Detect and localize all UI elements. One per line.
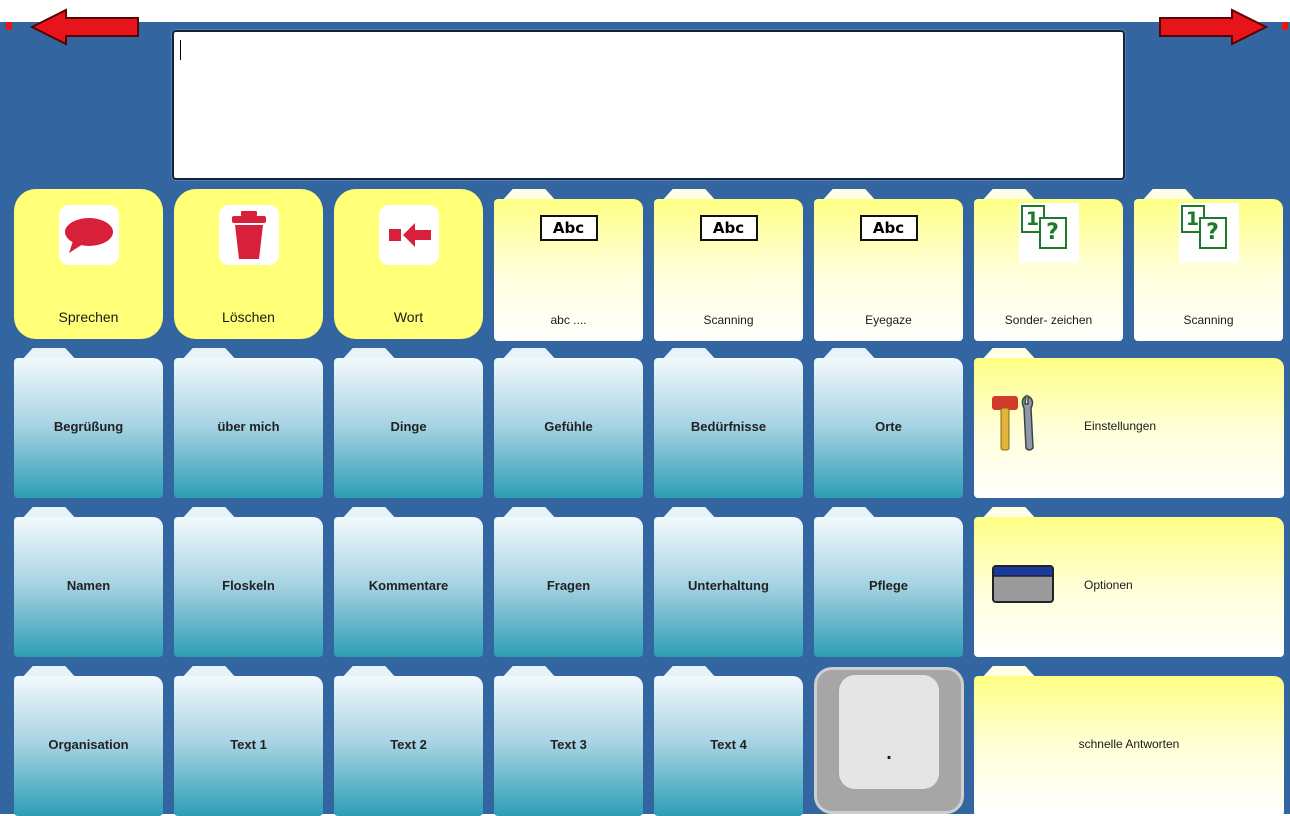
- folder-label: Text 2: [390, 737, 427, 752]
- folder-label: Orte: [875, 419, 902, 434]
- delete-word-icon: [378, 205, 439, 265]
- folder-label: Dinge: [390, 419, 427, 434]
- folder-label: Fragen: [546, 578, 591, 593]
- folder-label: Unterhaltung: [688, 578, 769, 593]
- folder-label: Einstellungen: [1084, 419, 1157, 433]
- delete-word-label: Wort: [393, 309, 424, 325]
- folder-gefuehle[interactable]: Gefühle: [494, 348, 643, 498]
- folder-text-3[interactable]: Text 3: [494, 666, 643, 816]
- folder-label: schnelle Antworten: [1078, 737, 1180, 751]
- folder-text-4[interactable]: Text 4: [654, 666, 803, 816]
- folder-pflege[interactable]: Pflege: [814, 507, 963, 657]
- corner-marker-left: [6, 22, 12, 30]
- folder-keyboard-eyegaze[interactable]: Abc Eyegaze: [814, 189, 963, 341]
- folder-label: Floskeln: [222, 578, 275, 593]
- abc-icon: Abc: [539, 215, 598, 241]
- folder-beduerfnisse[interactable]: Bedürfnisse: [654, 348, 803, 498]
- folder-label: abc ....: [550, 313, 587, 327]
- folder-label: Kommentare: [368, 578, 449, 593]
- corner-marker-right: [1282, 22, 1288, 30]
- folder-special-scanning[interactable]: 1 ? Scanning: [1134, 189, 1283, 341]
- folder-label: Optionen: [1084, 578, 1133, 592]
- folder-organisation[interactable]: Organisation: [14, 666, 163, 816]
- folder-label: über mich: [217, 419, 280, 434]
- folder-text-2[interactable]: Text 2: [334, 666, 483, 816]
- clear-label: Löschen: [222, 309, 275, 325]
- folder-label: Bedürfnisse: [690, 419, 767, 434]
- speak-label: Sprechen: [58, 309, 119, 325]
- folder-kommentare[interactable]: Kommentare: [334, 507, 483, 657]
- folder-label: Gefühle: [544, 419, 593, 434]
- text-caret: [180, 40, 181, 60]
- folder-label: Begrüßung: [53, 419, 124, 434]
- symbol-set-icon: 1 ?: [1178, 203, 1239, 263]
- folder-label: Scanning: [1183, 313, 1234, 327]
- folder-label: Pflege: [868, 578, 908, 593]
- top-strip: [0, 0, 1290, 22]
- folder-einstellungen[interactable]: Einstellungen: [974, 348, 1284, 498]
- folder-text-1[interactable]: Text 1: [174, 666, 323, 816]
- folder-orte[interactable]: Orte: [814, 348, 963, 498]
- folder-special-characters[interactable]: 1 ? Sonder- zeichen: [974, 189, 1123, 341]
- window-icon: [992, 565, 1054, 603]
- folder-label: Sonder- zeichen: [1004, 313, 1093, 327]
- back-arrow-icon[interactable]: [30, 8, 140, 46]
- folder-label: Namen: [66, 578, 111, 593]
- folder-keyboard-abc[interactable]: Abc abc ....: [494, 189, 643, 341]
- trash-icon: [218, 205, 279, 265]
- folder-label: Scanning: [703, 313, 754, 327]
- period-key[interactable]: .: [814, 667, 964, 814]
- folder-label: Text 1: [230, 737, 267, 752]
- folder-ueber-mich[interactable]: über mich: [174, 348, 323, 498]
- folder-fragen[interactable]: Fragen: [494, 507, 643, 657]
- speech-bubble-icon: [58, 205, 119, 265]
- folder-optionen[interactable]: Optionen: [974, 507, 1284, 657]
- tools-icon: [992, 394, 1034, 451]
- speak-button[interactable]: Sprechen: [14, 189, 163, 339]
- folder-floskeln[interactable]: Floskeln: [174, 507, 323, 657]
- clear-button[interactable]: Löschen: [174, 189, 323, 339]
- symbol-set-icon: 1 ?: [1018, 203, 1079, 263]
- delete-word-button[interactable]: Wort: [334, 189, 483, 339]
- folder-unterhaltung[interactable]: Unterhaltung: [654, 507, 803, 657]
- folder-schnelle-antworten[interactable]: schnelle Antworten: [974, 666, 1284, 816]
- folder-label: Text 4: [710, 737, 747, 752]
- folder-keyboard-scanning[interactable]: Abc Scanning: [654, 189, 803, 341]
- abc-icon: Abc: [699, 215, 758, 241]
- folder-label: Eyegaze: [865, 313, 912, 327]
- folder-begruessung[interactable]: Begrüßung: [14, 348, 163, 498]
- folder-label: Text 3: [550, 737, 587, 752]
- folder-namen[interactable]: Namen: [14, 507, 163, 657]
- folder-dinge[interactable]: Dinge: [334, 348, 483, 498]
- period-key-label: .: [886, 742, 892, 764]
- forward-arrow-icon[interactable]: [1158, 8, 1268, 46]
- key-face: [839, 675, 939, 789]
- abc-icon: Abc: [859, 215, 918, 241]
- message-window[interactable]: [172, 30, 1125, 180]
- folder-label: Organisation: [48, 737, 129, 752]
